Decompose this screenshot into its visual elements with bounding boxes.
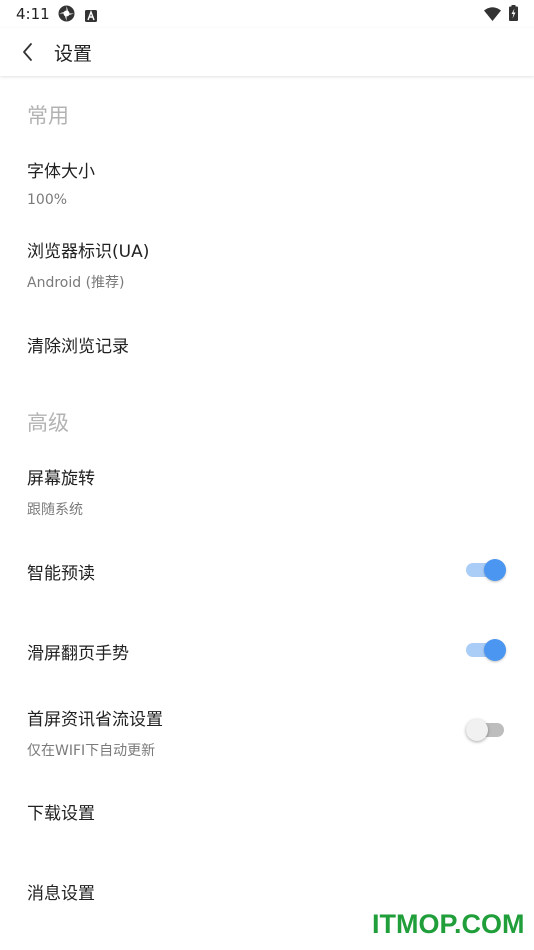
text-a-icon	[85, 7, 97, 22]
swipe-page-gesture-toggle[interactable]	[466, 638, 508, 662]
status-bar: 4:11	[0, 0, 534, 28]
toggle-thumb	[484, 559, 506, 581]
chevron-left-icon	[23, 43, 32, 61]
setting-swipe-page-gesture[interactable]: 滑屏翻页手势	[0, 617, 534, 683]
setting-home-data-saving[interactable]: 首屏资讯省流设置 仅在WIFI下自动更新	[0, 694, 534, 766]
toolbar: 设置	[0, 28, 534, 76]
wifi-icon	[484, 6, 501, 21]
setting-title: 首屏资讯省流设置	[27, 710, 163, 730]
setting-title: 滑屏翻页手势	[27, 644, 129, 664]
setting-clear-history[interactable]: 清除浏览记录	[0, 310, 534, 376]
setting-summary: 100%	[27, 192, 68, 208]
setting-title: 消息设置	[27, 884, 95, 904]
setting-title: 浏览器标识(UA)	[27, 242, 150, 262]
smart-preread-toggle[interactable]	[466, 558, 508, 582]
setting-title: 清除浏览记录	[27, 337, 129, 357]
setting-user-agent[interactable]: 浏览器标识(UA) Android (推荐)	[0, 226, 534, 298]
setting-download[interactable]: 下载设置	[0, 777, 534, 843]
toggle-thumb	[466, 719, 488, 741]
page-title: 设置	[54, 43, 93, 65]
section-header-common: 常用	[27, 104, 69, 128]
setting-summary: 跟随系统	[27, 502, 83, 518]
setting-summary: 仅在WIFI下自动更新	[27, 743, 156, 759]
battery-charging-icon	[509, 5, 518, 21]
setting-screen-rotation[interactable]: 屏幕旋转 跟随系统	[0, 453, 534, 525]
settings-app-icon	[58, 5, 75, 22]
setting-font-size[interactable]: 字体大小 100%	[0, 146, 534, 218]
watermark: ITMOP.COM	[372, 909, 525, 939]
section-header-advanced: 高级	[27, 411, 69, 435]
setting-title: 屏幕旋转	[27, 469, 95, 489]
setting-title: 智能预读	[27, 564, 95, 584]
setting-summary: Android (推荐)	[27, 275, 125, 291]
toggle-thumb	[484, 639, 506, 661]
status-time: 4:11	[16, 5, 50, 23]
back-button[interactable]	[14, 38, 44, 66]
setting-title: 字体大小	[27, 162, 95, 182]
home-data-saving-toggle[interactable]	[466, 718, 508, 742]
setting-smart-preread[interactable]: 智能预读	[0, 537, 534, 603]
setting-title: 下载设置	[27, 804, 95, 824]
